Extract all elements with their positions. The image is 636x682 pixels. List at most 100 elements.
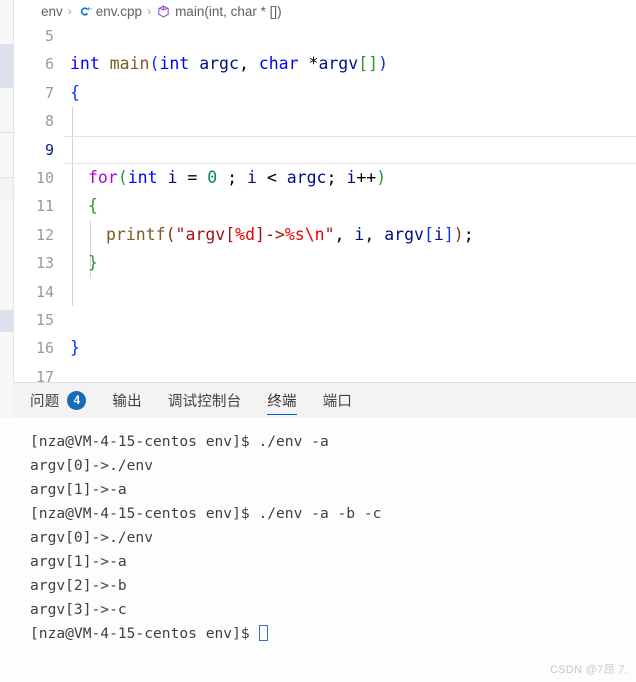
sidebar-row[interactable] [0, 22, 13, 44]
code-line[interactable] [64, 135, 636, 164]
sidebar-row[interactable] [0, 266, 13, 288]
sidebar-row[interactable] [0, 155, 13, 177]
code-token: ; [217, 167, 247, 187]
sidebar-row[interactable] [0, 200, 13, 222]
breadcrumb-item-file[interactable]: ++ env.cpp [77, 4, 142, 19]
code-token: %s [284, 224, 305, 244]
code-content[interactable]: int main(int argc, char *argv[]){for(int… [64, 22, 636, 382]
terminal-line: argv[1]->-a [30, 481, 127, 498]
code-token: 0 [207, 167, 218, 187]
code-token: [] [358, 54, 379, 74]
code-token: i [247, 167, 257, 187]
panel-tab[interactable]: 问题 4 [30, 383, 87, 418]
sidebar-row[interactable] [0, 88, 13, 110]
code-token: { [70, 82, 80, 102]
code-token: argv [318, 54, 359, 74]
code-token: for [88, 167, 118, 187]
sidebar-row[interactable] [0, 376, 13, 398]
code-token: { [88, 196, 98, 216]
panel-tab-label: 输出 [112, 394, 142, 410]
sidebar-row-selected[interactable] [0, 66, 13, 88]
line-number: 15 [35, 310, 54, 329]
terminal-line: argv[0]->./env [30, 457, 154, 474]
terminal-output[interactable]: [nza@VM-4-15-centos env]$ ./env -a argv[0… [0, 418, 636, 682]
panel-tab-label: 端口 [322, 394, 353, 410]
code-token: * [298, 54, 319, 74]
breadcrumb-folder-label: env [41, 3, 63, 19]
sidebar-row[interactable] [0, 133, 13, 155]
watermark: CSDN @7昂 7. [549, 664, 628, 676]
editor-column: env › ++ env.cpp › [14, 0, 636, 382]
line-number: 8 [44, 112, 54, 131]
code-token: [ [423, 224, 434, 244]
breadcrumb[interactable]: env › ++ env.cpp › [14, 0, 636, 22]
sidebar-row[interactable] [0, 354, 13, 376]
terminal-line: argv[0]->./env [30, 529, 154, 546]
line-number: 9 [44, 140, 54, 159]
sidebar-edge[interactable] [0, 0, 14, 442]
sidebar-row[interactable] [0, 222, 13, 244]
code-line[interactable]: printf("argv[%d]->%s\n", i, argv[i]); [64, 221, 636, 249]
panel-tab[interactable]: 终端 [267, 383, 298, 418]
breadcrumb-item-symbol[interactable]: main(int, char * []) [156, 4, 282, 19]
terminal-prompt-line[interactable]: [nza@VM-4-15-centos env]$ [30, 622, 636, 646]
terminal-line: argv[3]->-c [30, 601, 127, 618]
terminal-cursor [259, 625, 269, 641]
line-number: 14 [35, 282, 54, 301]
code-token: i [346, 167, 357, 187]
code-token: ( [165, 224, 176, 244]
code-token: ( [117, 167, 128, 187]
code-line[interactable] [64, 363, 636, 382]
code-line[interactable]: { [64, 192, 636, 220]
code-line[interactable] [64, 306, 636, 334]
code-line[interactable]: { [64, 79, 636, 107]
sidebar-row[interactable] [0, 178, 13, 200]
panel-tab-label: 终端 [267, 394, 297, 410]
sidebar-row[interactable] [0, 110, 13, 132]
code-line[interactable] [64, 278, 636, 306]
line-number: 7 [44, 83, 54, 102]
code-line[interactable] [64, 22, 636, 50]
code-token: printf [106, 224, 166, 244]
terminal-line: argv[2]->-b [30, 577, 127, 594]
sidebar-row-selected[interactable] [0, 310, 13, 332]
sidebar-row[interactable] [0, 288, 13, 310]
code-token: i [433, 224, 444, 244]
code-line[interactable]: for(int i = 0 ; i < argc; i++) [64, 164, 636, 192]
sidebar-row[interactable] [0, 0, 13, 22]
code-editor[interactable]: 5 6 7 8 9 10 11 12 13 14 15 16 17 int main(int argc,… [14, 22, 636, 382]
code-line[interactable]: } [64, 249, 636, 277]
sidebar-row[interactable] [0, 332, 13, 354]
code-token: i [354, 224, 365, 244]
breadcrumb-separator-icon: › [67, 4, 72, 18]
code-line[interactable]: int main(int argc, char *argv[]) [64, 50, 636, 78]
line-number: 17 [35, 367, 54, 382]
panel-tab[interactable]: 调试控制台 [168, 383, 242, 418]
panel-tab[interactable]: 输出 [112, 383, 141, 418]
panel-tab-bar[interactable]: 问题 4 输出 调试控制台 终端 端口 [0, 383, 636, 418]
code-token: ) [453, 224, 464, 244]
terminal-line: argv[1]->-a [30, 553, 127, 570]
code-line[interactable] [64, 107, 636, 135]
vscode-window: env › ++ env.cpp › [0, 0, 636, 682]
line-number: 16 [35, 339, 54, 358]
line-number: 12 [35, 225, 54, 244]
breadcrumb-item-folder[interactable]: env [41, 4, 63, 19]
code-token: %d [235, 224, 256, 244]
code-token: , [238, 54, 259, 74]
panel-tab-label: 调试控制台 [167, 394, 242, 410]
sidebar-row[interactable] [0, 398, 13, 420]
panel-tab[interactable]: 端口 [323, 383, 352, 418]
sidebar-row[interactable] [0, 244, 13, 266]
code-line[interactable]: } [64, 334, 636, 362]
code-token: " [324, 224, 335, 244]
code-token: \n [304, 224, 325, 244]
terminal-prompt: [nza@VM-4-15-centos env]$ [30, 625, 259, 642]
sidebar-row-selected[interactable] [0, 44, 13, 66]
code-token: argc [199, 54, 239, 74]
code-token: ( [149, 54, 160, 74]
code-token: int [127, 167, 158, 187]
panel-tab-label: 问题 [30, 394, 60, 410]
